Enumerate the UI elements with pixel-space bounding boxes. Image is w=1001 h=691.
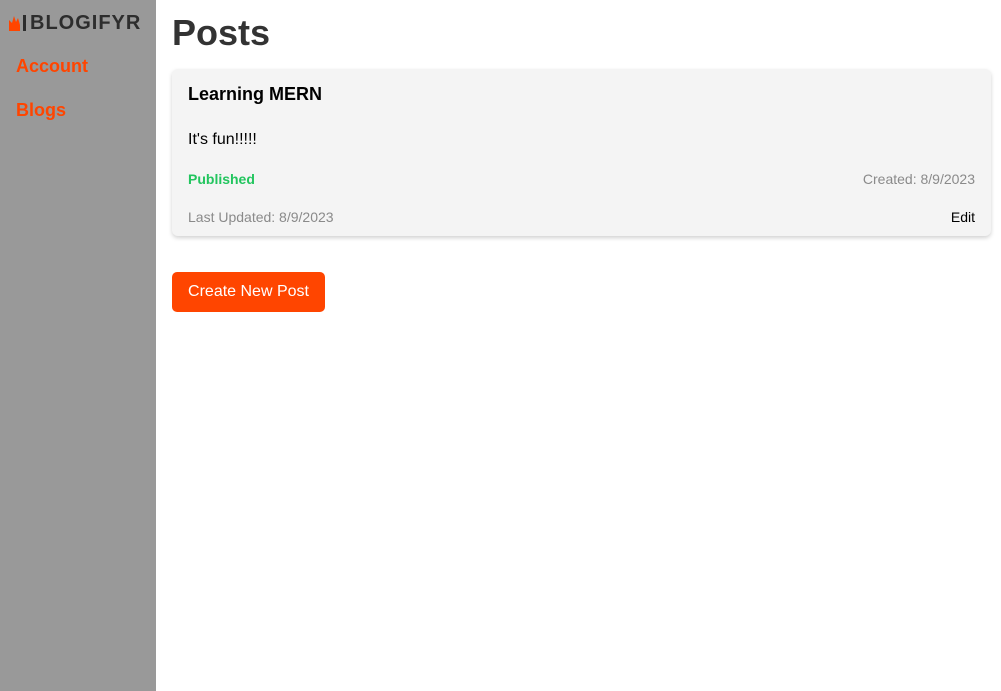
page-title: Posts [172,12,271,53]
post-body: It's fun!!!!! [188,131,257,148]
sidebar-item-blogs[interactable]: Blogs [16,98,88,122]
sidebar-nav: Account Blogs [16,54,88,142]
flame-icon [8,12,30,34]
brand-name: BLOGIFYR [30,12,142,34]
post-updated-date: Last Updated: 8/9/2023 [188,209,334,225]
sidebar: BLOGIFYR Account Blogs [0,0,156,691]
main-content: Posts Learning MERN It's fun!!!!! Publis… [156,0,1001,691]
post-created-date: Created: 8/9/2023 [862,171,975,187]
post-card: Learning MERN It's fun!!!!! Published Cr… [172,69,991,236]
edit-post-link[interactable]: Edit [951,208,975,226]
status-badge: Published [188,171,255,187]
sidebar-item-account[interactable]: Account [16,54,88,78]
post-title: Learning MERN [188,84,323,104]
app-root: BLOGIFYR Account Blogs Posts Learning ME… [0,0,1001,691]
create-new-post-button[interactable]: Create New Post [172,272,325,312]
brand-logo[interactable]: BLOGIFYR [8,12,141,34]
